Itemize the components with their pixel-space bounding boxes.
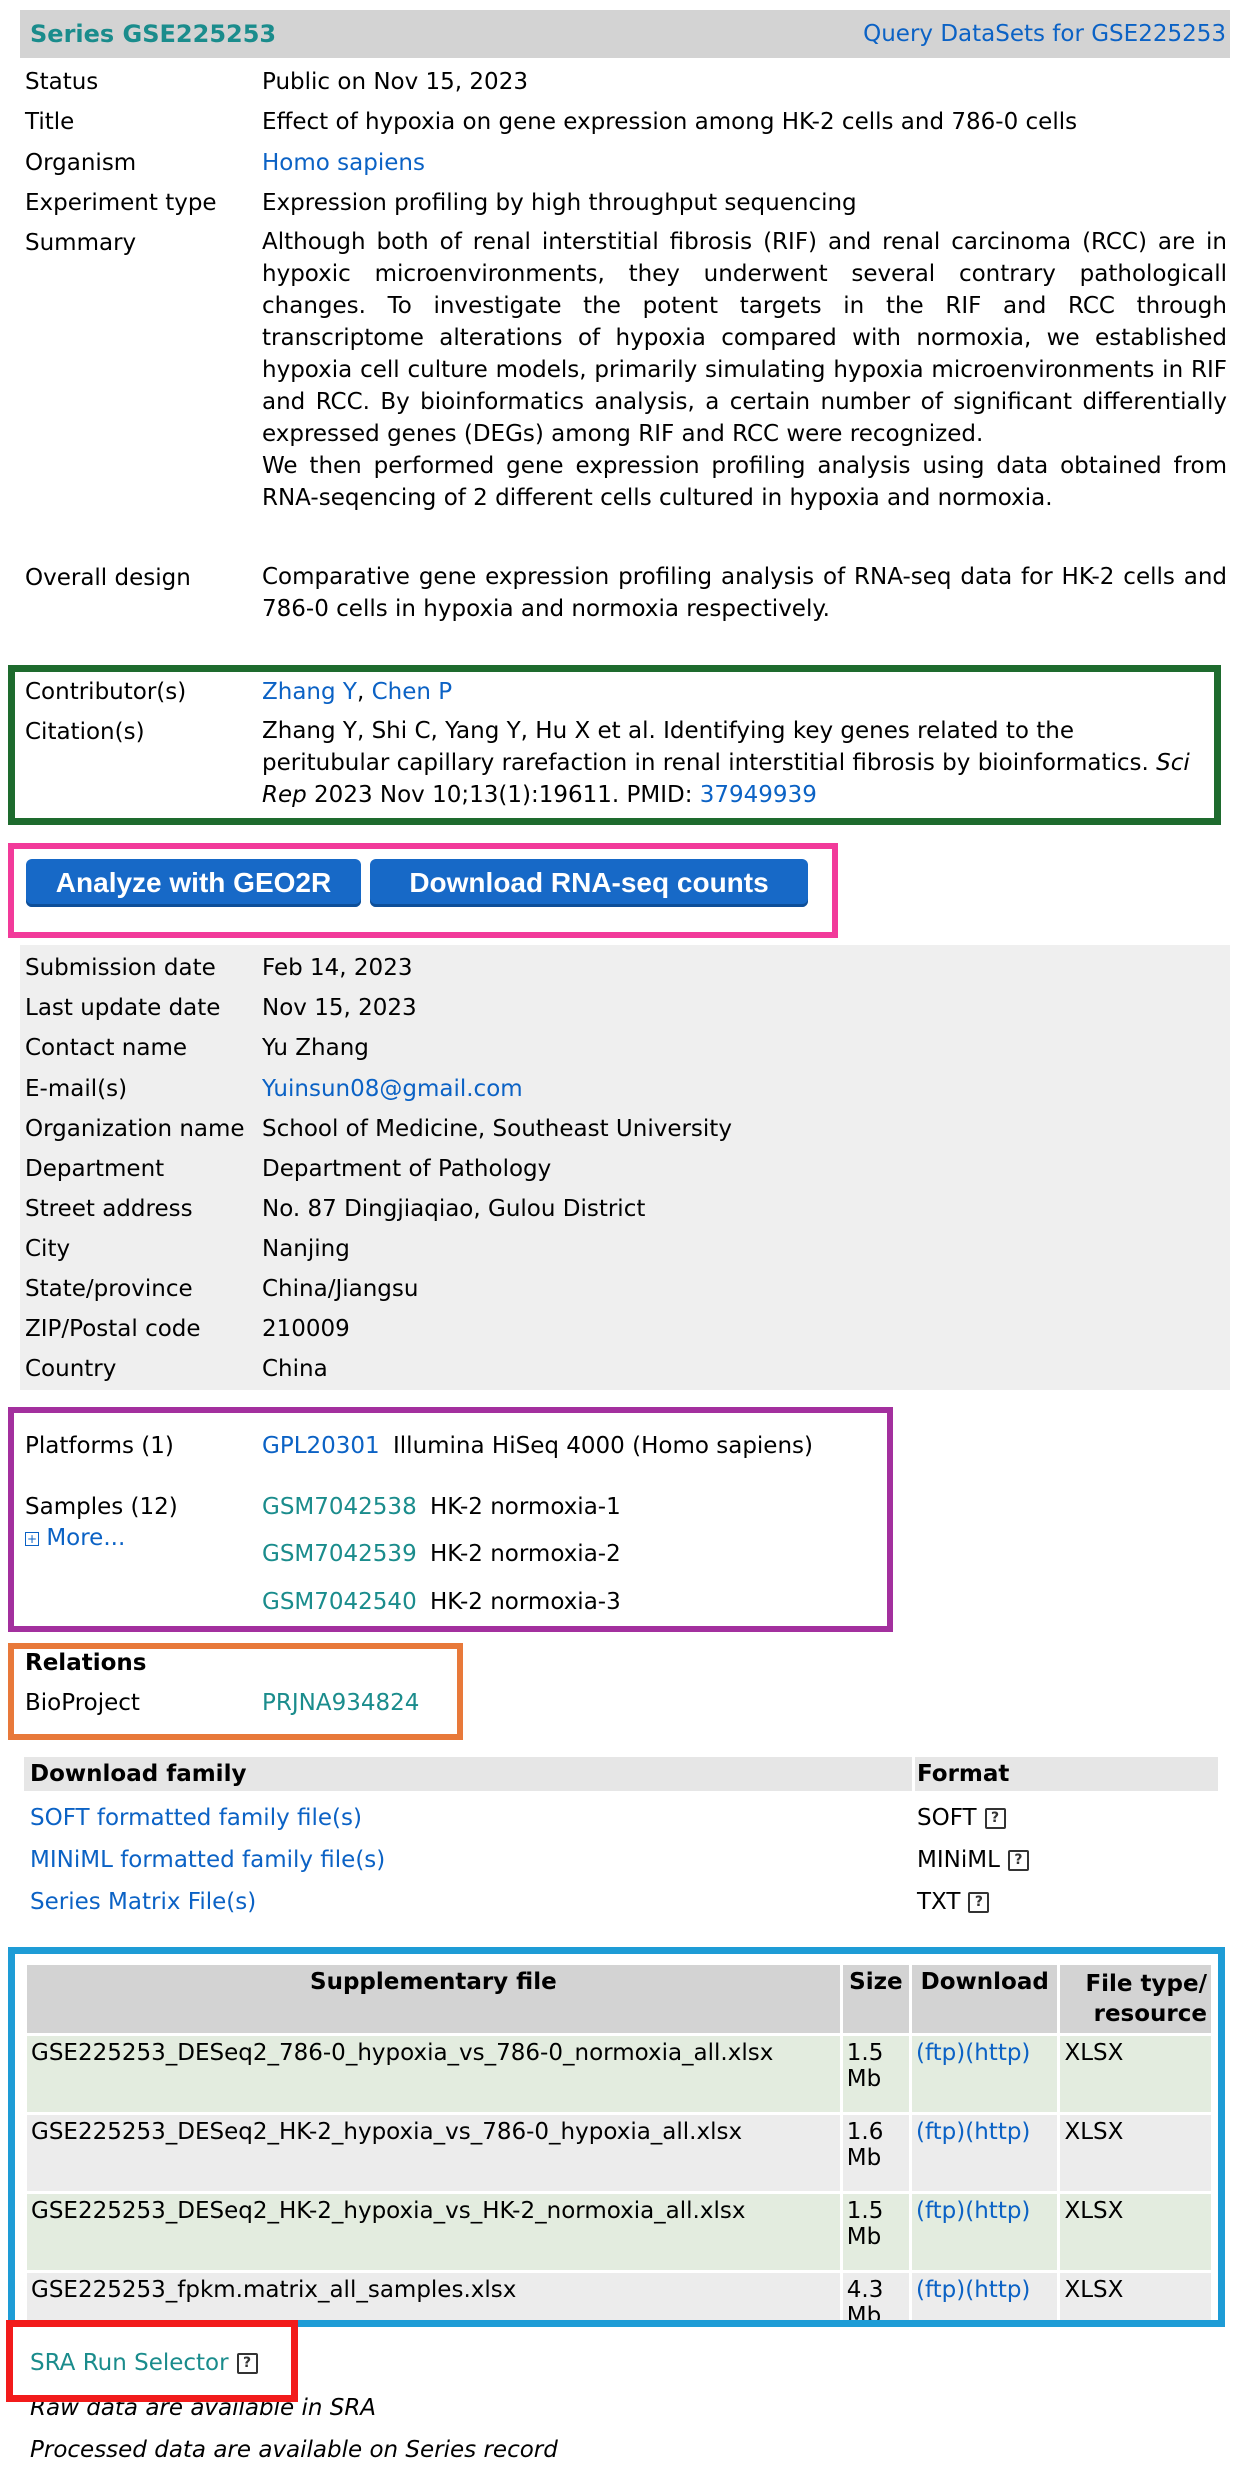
status-value: Public on Nov 15, 2023 xyxy=(262,69,528,95)
contact-name-label: Contact name xyxy=(25,1035,188,1061)
download-family-heading: Download family xyxy=(30,1761,247,1787)
street-address-value: No. 87 Dingjiaqiao, Gulou District xyxy=(262,1196,646,1222)
platforms-label: Platforms (1) xyxy=(25,1433,174,1459)
samples-label: Samples (12) xyxy=(25,1494,178,1520)
sample-name: HK-2 normoxia-2 xyxy=(430,1541,621,1567)
organization-value: School of Medicine, Southeast University xyxy=(262,1116,732,1142)
sra-highlight-box xyxy=(6,2320,298,2402)
state-value: China/Jiangsu xyxy=(262,1276,419,1302)
download-family-header-divider xyxy=(912,1757,915,1791)
organism-label: Organism xyxy=(25,150,137,176)
experiment-type-label: Experiment type xyxy=(25,190,217,216)
state-label: State/province xyxy=(25,1276,193,1302)
contributor-separator: , xyxy=(356,679,365,705)
title-label: Title xyxy=(25,109,75,135)
expand-plus-icon: + xyxy=(25,1531,39,1546)
query-datasets-link[interactable]: Query DataSets for GSE225253 xyxy=(863,21,1226,47)
sample-row: GSM7042540 HK-2 normoxia-3 xyxy=(262,1589,621,1615)
experiment-type-value: Expression profiling by high throughput … xyxy=(262,190,857,216)
overall-design-value: Comparative gene expression profiling an… xyxy=(262,564,1227,622)
organization-label: Organization name xyxy=(25,1116,245,1142)
miniml-format: MINiML? xyxy=(917,1847,1029,1873)
contributors-list: Zhang Y, Chen P xyxy=(262,679,452,705)
citation-authors-title: Zhang Y, Shi C, Yang Y, Hu X et al. Iden… xyxy=(262,718,1149,776)
platform-name: Illumina HiSeq 4000 (Homo sapiens) xyxy=(393,1433,813,1459)
last-update-value: Nov 15, 2023 xyxy=(262,995,417,1021)
department-label: Department xyxy=(25,1156,165,1182)
summary-text: Although both of renal interstitial fibr… xyxy=(262,226,1227,514)
pmid-link[interactable]: 37949939 xyxy=(700,782,817,808)
country-label: Country xyxy=(25,1356,117,1382)
organism-link[interactable]: Homo sapiens xyxy=(262,150,425,176)
sample-row: GSM7042539 HK-2 normoxia-2 xyxy=(262,1541,621,1567)
citation-text: Zhang Y, Shi C, Yang Y, Hu X et al. Iden… xyxy=(262,715,1202,811)
miniml-family-link[interactable]: MINiML formatted family file(s) xyxy=(30,1847,385,1873)
contributor-link[interactable]: Chen P xyxy=(372,679,453,705)
citation-details: 2023 Nov 10;13(1):19611. PMID: xyxy=(314,782,693,808)
sample-name: HK-2 normoxia-3 xyxy=(430,1589,621,1615)
contributor-link[interactable]: Zhang Y xyxy=(262,679,357,705)
last-update-label: Last update date xyxy=(25,995,221,1021)
sra-processed-data-note: Processed data are available on Series r… xyxy=(30,2437,558,2463)
city-label: City xyxy=(25,1236,71,1262)
platform-link[interactable]: GPL20301 xyxy=(262,1433,380,1459)
format-value: TXT xyxy=(917,1889,961,1915)
email-label: E-mail(s) xyxy=(25,1076,128,1102)
format-value: SOFT xyxy=(917,1805,977,1831)
series-title: Series GSE225253 xyxy=(30,20,277,48)
bioproject-label: BioProject xyxy=(25,1690,140,1716)
soft-family-link[interactable]: SOFT formatted family file(s) xyxy=(30,1805,362,1831)
department-value: Department of Pathology xyxy=(262,1156,552,1182)
samples-more-toggle[interactable]: + More... xyxy=(25,1525,125,1551)
summary-label: Summary xyxy=(25,230,137,256)
format-value: MINiML xyxy=(917,1847,1000,1873)
submission-date-value: Feb 14, 2023 xyxy=(262,955,413,981)
citation-label: Citation(s) xyxy=(25,719,145,745)
download-rnaseq-counts-button[interactable]: Download RNA-seq counts xyxy=(370,859,808,907)
sample-link[interactable]: GSM7042538 xyxy=(262,1494,417,1520)
relations-heading: Relations xyxy=(25,1650,147,1676)
help-icon[interactable]: ? xyxy=(1007,1850,1029,1871)
soft-format: SOFT? xyxy=(917,1805,1006,1831)
street-address-label: Street address xyxy=(25,1196,193,1222)
series-matrix-link[interactable]: Series Matrix File(s) xyxy=(30,1889,256,1915)
format-heading: Format xyxy=(917,1761,1010,1787)
overall-design-label: Overall design xyxy=(25,565,191,591)
zip-label: ZIP/Postal code xyxy=(25,1316,201,1342)
txt-format: TXT? xyxy=(917,1889,990,1915)
status-label: Status xyxy=(25,69,99,95)
analyze-geo2r-button[interactable]: Analyze with GEO2R xyxy=(26,859,361,907)
contributors-label: Contributor(s) xyxy=(25,679,187,705)
contact-name-value: Yu Zhang xyxy=(262,1035,369,1061)
bioproject-link[interactable]: PRJNA934824 xyxy=(262,1690,419,1716)
city-value: Nanjing xyxy=(262,1236,350,1262)
platform-entry: GPL20301 Illumina HiSeq 4000 (Homo sapie… xyxy=(262,1433,813,1459)
samples-more-label: More... xyxy=(46,1525,126,1551)
help-icon[interactable]: ? xyxy=(984,1808,1006,1829)
email-link[interactable]: Yuinsun08@gmail.com xyxy=(262,1076,523,1102)
sample-name: HK-2 normoxia-1 xyxy=(430,1494,621,1520)
summary-paragraph-2: We then performed gene expression profil… xyxy=(262,453,1227,511)
help-icon[interactable]: ? xyxy=(968,1892,990,1913)
sample-link[interactable]: GSM7042540 xyxy=(262,1589,417,1615)
country-value: China xyxy=(262,1356,328,1382)
title-value: Effect of hypoxia on gene expression amo… xyxy=(262,109,1078,135)
sample-row: GSM7042538 HK-2 normoxia-1 xyxy=(262,1494,621,1520)
submission-date-label: Submission date xyxy=(25,955,216,981)
summary-paragraph-1: Although both of renal interstitial fibr… xyxy=(262,229,1227,447)
supplementary-highlight-box xyxy=(8,1947,1225,2327)
zip-value: 210009 xyxy=(262,1316,350,1342)
sample-link[interactable]: GSM7042539 xyxy=(262,1541,417,1567)
